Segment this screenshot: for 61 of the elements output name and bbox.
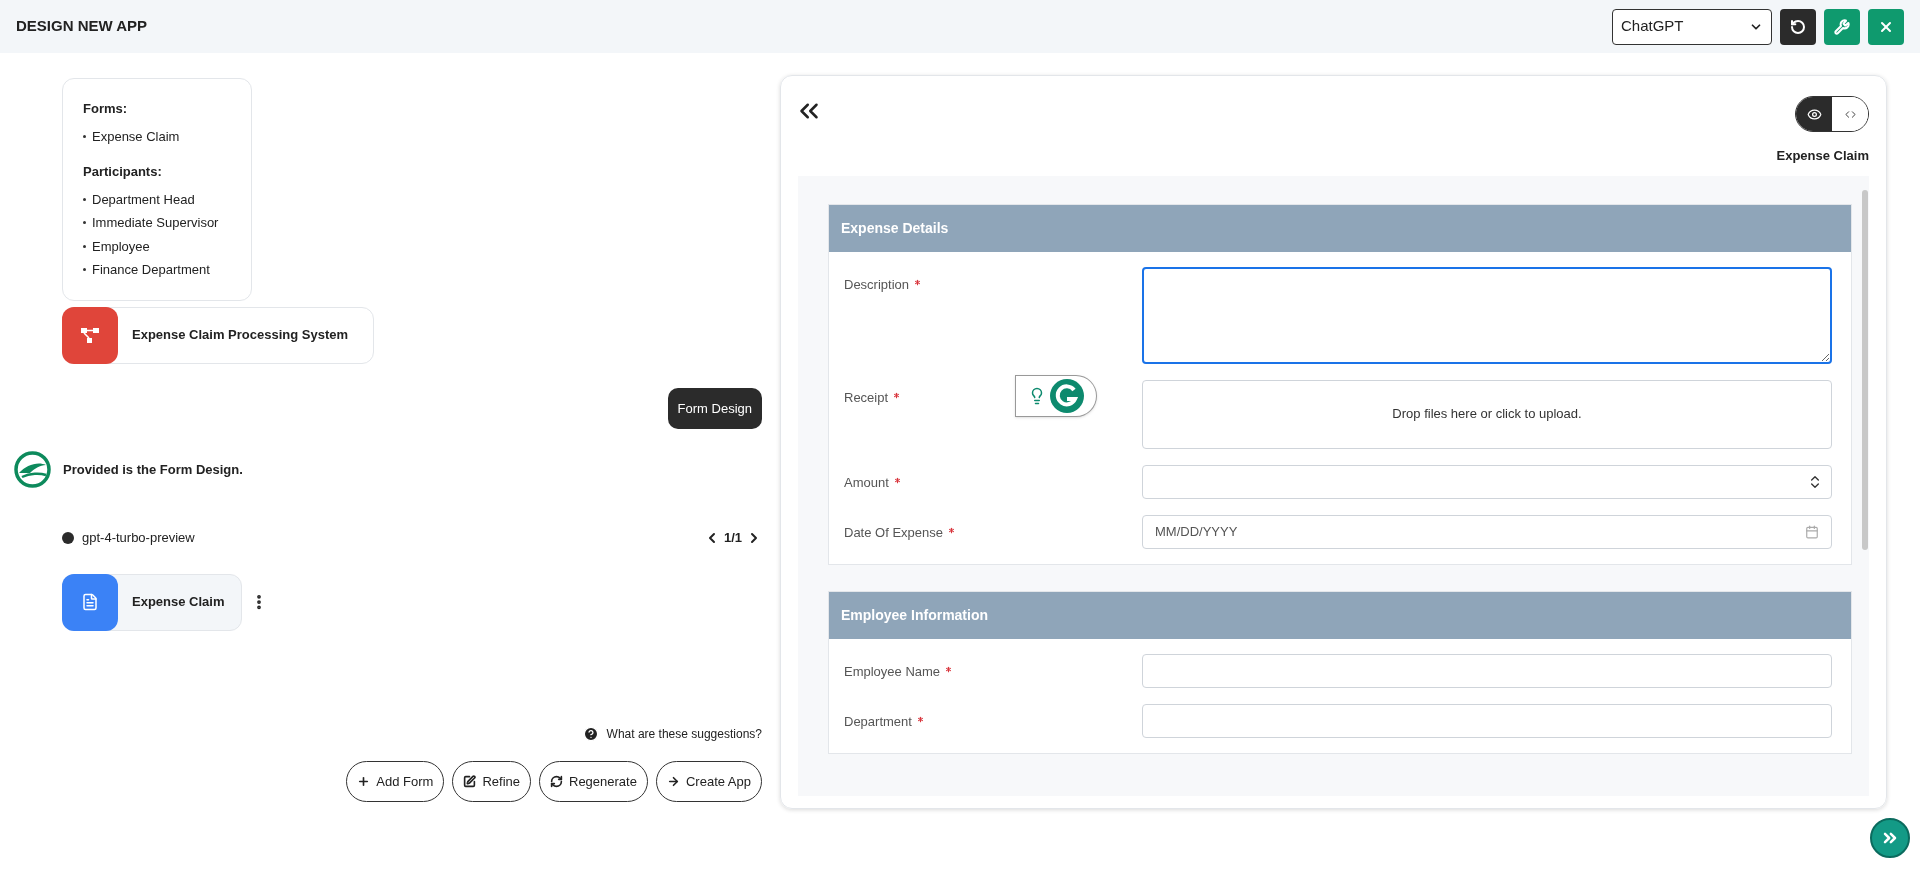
edit-icon [463, 775, 477, 788]
list-item: Expense Claim [92, 127, 180, 146]
section-heading: Participants: [83, 163, 163, 181]
section-header: Employee Information [829, 591, 1851, 639]
list-item: Employee [92, 237, 150, 256]
user-message: Form Design [667, 387, 762, 429]
model-name: gpt-4-turbo-preview [82, 529, 195, 547]
help-icon [582, 726, 599, 742]
list-item: Immediate Supervisor [92, 214, 219, 232]
process-card[interactable]: Expense Claim Processing System [62, 306, 374, 364]
field-label: Amount [844, 473, 889, 492]
form-card[interactable]: Expense Claim [62, 573, 242, 631]
model-select[interactable]: ChatGPT [1612, 8, 1772, 45]
preview-button[interactable] [1796, 97, 1832, 131]
code-icon [1844, 108, 1856, 120]
settings-button[interactable] [1824, 8, 1860, 45]
assistant-message: Provided is the Form Design. [63, 460, 243, 479]
date-field[interactable]: MM/DD/YYYY [1142, 514, 1832, 549]
text-field[interactable] [1142, 653, 1832, 688]
preview-form-title: Expense Claim [1776, 147, 1869, 165]
bullet-icon [83, 134, 86, 138]
list-item: Finance Department [92, 261, 210, 279]
document-icon [62, 573, 118, 631]
plus-icon [357, 775, 371, 788]
file-drop-zone[interactable]: Drop files here or click to upload. [1142, 379, 1832, 449]
list-item: Department Head [92, 190, 195, 209]
bullet-icon [83, 268, 86, 272]
assistant-logo-icon [14, 451, 51, 488]
wrench-icon [1834, 18, 1850, 35]
expand-button[interactable] [1870, 818, 1910, 858]
refresh-icon [550, 775, 563, 788]
text-field[interactable] [1142, 703, 1832, 738]
eye-icon [1806, 106, 1822, 122]
reset-button[interactable] [1780, 8, 1816, 45]
arrow-right-icon [666, 775, 680, 788]
calendar-icon [1805, 524, 1819, 539]
form-title: Expense Claim [132, 593, 225, 612]
grammar-assistant-widget[interactable] [1015, 375, 1097, 417]
help-link[interactable]: What are these suggestions? [606, 725, 762, 743]
rotate-icon [1790, 18, 1806, 35]
close-button[interactable] [1868, 8, 1904, 45]
page-title: DESIGN NEW APP [16, 16, 148, 37]
bullet-icon [83, 197, 86, 201]
number-field[interactable] [1142, 464, 1832, 499]
field-label: Department [844, 712, 912, 731]
section-heading: Forms: [83, 100, 129, 118]
section-header: Expense Details [829, 204, 1851, 252]
scrollbar-thumb[interactable] [1861, 189, 1868, 550]
field-label: Date Of Expense [844, 523, 943, 542]
field-label: Employee Name [844, 662, 941, 681]
action-button[interactable]: Create App [655, 761, 762, 802]
bullet-icon [83, 244, 86, 248]
grammar-logo-icon [1050, 379, 1084, 413]
description-textarea[interactable] [1142, 266, 1832, 364]
field-label: Receipt [844, 388, 889, 407]
date-placeholder: MM/DD/YYYY [1155, 522, 1238, 541]
page-indicator: 1/1 [723, 529, 742, 547]
bullet-icon [83, 221, 86, 225]
field-label: Description [844, 275, 910, 294]
process-title: Expense Claim Processing System [132, 326, 349, 345]
workflow-icon [62, 306, 118, 364]
